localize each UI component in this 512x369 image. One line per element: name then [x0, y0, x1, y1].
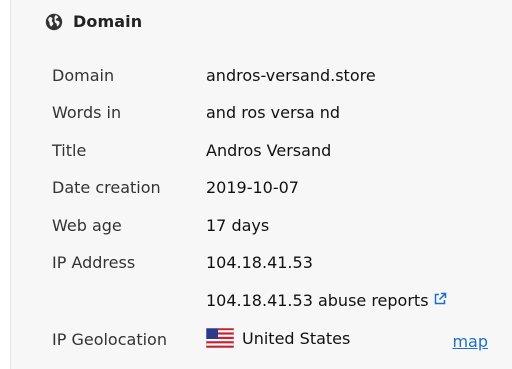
- row-value-ip-geolocation: United States: [205, 327, 351, 349]
- row-title: Title Andros Versand: [52, 141, 512, 165]
- row-label-title: Title: [52, 141, 87, 160]
- row-domain: Domain andros-versand.store: [52, 66, 512, 90]
- globe-icon: [45, 13, 63, 31]
- domain-panel: Domain Domain andros-versand.store Words…: [10, 0, 512, 369]
- row-ip-geolocation: IP Geolocation United States: [52, 327, 512, 354]
- row-abuse-reports: 104.18.41.53 abuse reports: [52, 291, 512, 315]
- row-label-words-in: Words in: [52, 103, 122, 122]
- row-label-ip-geolocation: IP Geolocation: [52, 330, 167, 349]
- row-label-date-creation: Date creation: [52, 178, 161, 197]
- row-value-title: Andros Versand: [206, 141, 332, 160]
- row-label-web-age: Web age: [52, 216, 122, 235]
- row-label-ip-address: IP Address: [52, 253, 136, 272]
- external-link-icon: [433, 291, 447, 305]
- map-link[interactable]: map: [452, 332, 488, 351]
- row-value-web-age: 17 days: [206, 216, 270, 235]
- row-value-date-creation: 2019-10-07: [206, 178, 299, 197]
- row-value-domain: andros-versand.store: [206, 66, 376, 85]
- row-date-creation: Date creation 2019-10-07: [52, 178, 512, 202]
- row-value-words-in: and ros versa nd: [206, 103, 341, 122]
- abuse-reports-text: 104.18.41.53 abuse reports: [206, 291, 429, 310]
- section-title: Domain: [73, 12, 143, 31]
- us-flag-icon: [205, 327, 235, 349]
- country-name: United States: [242, 329, 351, 348]
- row-words-in: Words in and ros versa nd: [52, 103, 512, 127]
- row-web-age: Web age 17 days: [52, 216, 512, 240]
- abuse-reports-link[interactable]: 104.18.41.53 abuse reports: [206, 291, 447, 310]
- row-label-domain: Domain: [52, 66, 115, 85]
- row-ip-address: IP Address 104.18.41.53: [52, 253, 512, 277]
- section-header: Domain: [45, 12, 142, 31]
- ip-address-link[interactable]: 104.18.41.53: [206, 253, 313, 272]
